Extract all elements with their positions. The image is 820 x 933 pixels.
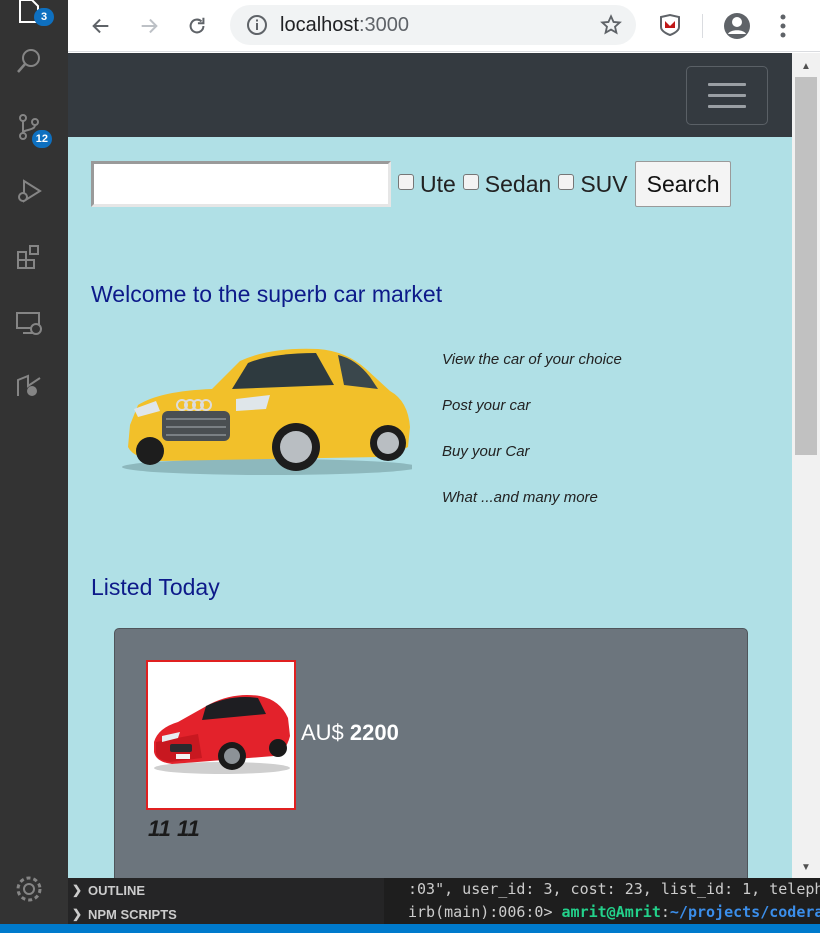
outline-section[interactable]: ❯ OUTLINE [68, 878, 384, 902]
bookmark-star-icon[interactable] [600, 14, 622, 36]
kebab-menu-icon[interactable] [776, 13, 790, 39]
reload-button[interactable] [182, 11, 212, 41]
listing-image[interactable] [146, 660, 296, 810]
listing-price: AU$ 2200 [301, 720, 399, 746]
search-icon[interactable] [12, 44, 46, 78]
suv-label: SUV [580, 170, 628, 197]
source-control-badge: 12 [31, 130, 52, 148]
vscode-activity-bar: 3 12 [0, 0, 68, 933]
run-debug-icon[interactable] [12, 174, 46, 208]
source-control-icon[interactable]: 12 [12, 110, 52, 148]
mcafee-extension-icon[interactable] [658, 13, 682, 37]
feature-item: Buy your Car [442, 443, 530, 460]
sedan-label: Sedan [484, 170, 552, 197]
feature-item: Post your car [442, 397, 531, 414]
forward-button[interactable] [134, 11, 164, 41]
ute-label: Ute [420, 170, 456, 197]
feature-item: What ...and many more [442, 489, 598, 506]
live-share-icon[interactable] [12, 368, 46, 402]
listing-card[interactable]: AU$ 2200 11 11 [114, 628, 748, 878]
explorer-icon[interactable]: 3 [12, 0, 54, 28]
back-button[interactable] [86, 11, 116, 41]
toolbar-divider [702, 14, 703, 38]
sedan-checkbox[interactable] [462, 174, 479, 190]
red-sports-car-image [154, 695, 290, 774]
vscode-sidebar-bottom: ❯ OUTLINE ❯ NPM SCRIPTS [68, 878, 384, 924]
extensions-icon[interactable] [12, 240, 46, 274]
welcome-heading: Welcome to the superb car market [91, 281, 443, 307]
address-bar[interactable]: localhost:3000 [230, 5, 636, 45]
chevron-right-icon: ❯ [72, 883, 83, 897]
listed-today-heading: Listed Today [91, 574, 220, 600]
page-scrollbar[interactable]: ▲ ▼ [792, 53, 820, 878]
chevron-right-icon: ❯ [72, 907, 83, 921]
navbar-toggler-button[interactable] [686, 66, 768, 125]
terminal-sep: : [660, 903, 670, 921]
terminal-path: ~/projects/codera [669, 903, 820, 921]
site-navbar [68, 53, 792, 137]
page-viewport: Ute Sedan SUV Search Welcome to the supe… [68, 53, 792, 878]
explorer-badge: 3 [34, 8, 54, 26]
scroll-down-arrow-icon[interactable]: ▼ [792, 856, 820, 878]
outline-label: OUTLINE [88, 882, 146, 898]
hamburger-line [708, 83, 746, 86]
hamburger-line [708, 94, 746, 97]
terminal-line: :03", user_id: 3, cost: 23, list_id: 1, … [408, 880, 820, 898]
reload-icon [189, 17, 205, 34]
npm-scripts-label: NPM SCRIPTS [88, 906, 177, 922]
arrow-left-icon [92, 18, 109, 34]
price-currency: AU$ [301, 720, 344, 745]
info-icon[interactable] [246, 14, 268, 36]
profile-avatar-icon[interactable] [722, 11, 752, 41]
ute-checkbox[interactable] [398, 174, 414, 190]
listing-title[interactable]: 11 11 [148, 816, 200, 842]
remote-explorer-icon[interactable] [12, 306, 46, 340]
terminal-prompt-line: irb(main):006:0> amrit@Amrit:~/projects/… [408, 901, 820, 924]
browser-window: localhost:3000 Ute Sedan SUV Search Welc… [68, 0, 820, 878]
search-input[interactable] [91, 161, 391, 207]
scroll-up-arrow-icon[interactable]: ▲ [792, 55, 820, 77]
integrated-terminal[interactable]: :03", user_id: 3, cost: 23, list_id: 1, … [384, 878, 820, 924]
settings-gear-icon[interactable] [12, 872, 46, 906]
yellow-sedan-image [122, 348, 412, 475]
scrollbar-thumb[interactable] [795, 77, 817, 455]
terminal-prompt: irb(main):006:0> [408, 903, 562, 921]
url-port: :3000 [358, 13, 409, 36]
arrow-right-icon [141, 18, 158, 34]
suv-checkbox[interactable] [558, 174, 575, 190]
npm-scripts-section[interactable]: ❯ NPM SCRIPTS [68, 902, 384, 926]
hamburger-line [708, 105, 746, 108]
price-amount: 2200 [349, 720, 399, 745]
url-host: localhost [280, 13, 359, 36]
url-text: localhost:3000 [280, 14, 409, 37]
features-list: View the car of your choice Post your ca… [442, 351, 622, 535]
vscode-status-bar [0, 924, 820, 933]
search-form: Ute Sedan SUV Search [91, 161, 732, 207]
browser-toolbar: localhost:3000 [68, 0, 820, 52]
search-button[interactable]: Search [634, 161, 732, 207]
terminal-user: amrit@Amrit [561, 903, 661, 921]
feature-item: View the car of your choice [442, 351, 622, 368]
